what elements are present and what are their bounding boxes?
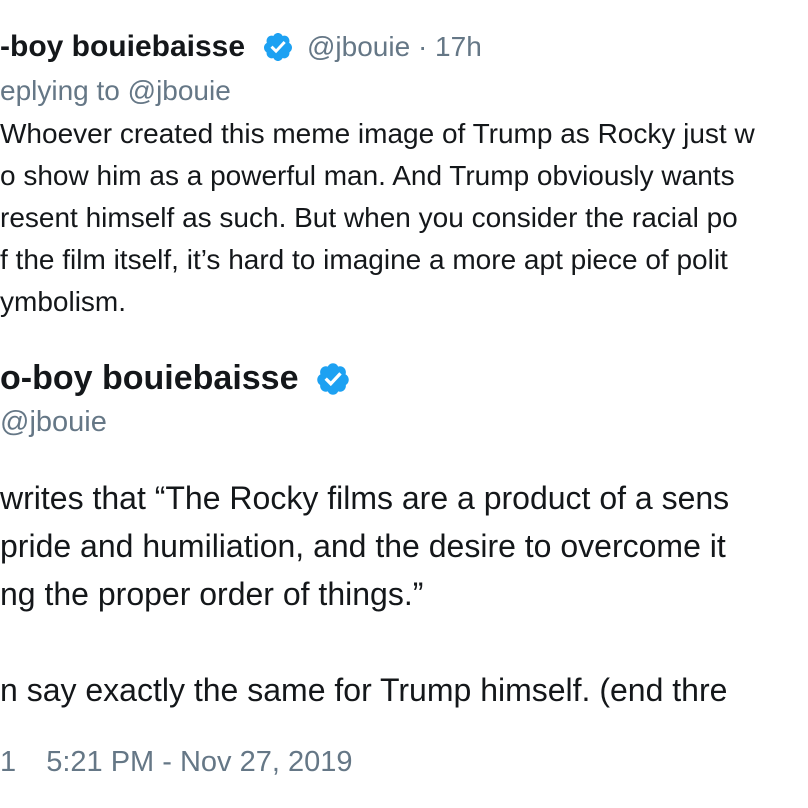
reply-tweet-display-name[interactable]: -boy bouiebaisse	[0, 27, 245, 67]
replying-to-label[interactable]: eplying to @jbouie	[0, 72, 231, 110]
footer-count: 1	[0, 746, 17, 778]
main-tweet-handle[interactable]: @jbouie	[0, 402, 107, 442]
reply-tweet-time[interactable]: 17h	[435, 31, 482, 62]
body-line: n say exactly the same for Trump himself…	[0, 672, 728, 708]
reply-tweet-meta: @jbouie · 17h	[307, 27, 482, 67]
body-line: ng the proper order of things.”	[0, 576, 424, 612]
body-line: resent himself as such. But when you con…	[0, 202, 738, 233]
reply-tweet-body: Whoever created this meme image of Trump…	[0, 113, 755, 323]
main-tweet-body: writes that “The Rocky films are a produ…	[0, 474, 729, 714]
main-tweet-display-name[interactable]: o-boy bouiebaisse	[0, 356, 299, 400]
body-line: pride and humiliation, and the desire to…	[0, 528, 726, 564]
reply-tweet-handle[interactable]: @jbouie	[307, 31, 410, 62]
tweet-timestamp[interactable]: 5:21 PM - Nov 27, 2019	[46, 746, 352, 778]
verified-badge-icon	[317, 363, 349, 395]
body-line: f the film itself, it’s hard to imagine …	[0, 244, 728, 275]
verified-badge-icon	[263, 33, 292, 61]
body-line: writes that “The Rocky films are a produ…	[0, 480, 730, 516]
body-line: o show him as a powerful man. And Trump …	[0, 160, 735, 191]
main-tweet-footer: 1 5:21 PM - Nov 27, 2019	[0, 740, 353, 784]
body-line: ymbolism.	[0, 286, 127, 317]
body-line: Whoever created this meme image of Trump…	[0, 118, 755, 149]
body-blank-line	[0, 618, 729, 666]
meta-separator: ·	[417, 31, 428, 62]
